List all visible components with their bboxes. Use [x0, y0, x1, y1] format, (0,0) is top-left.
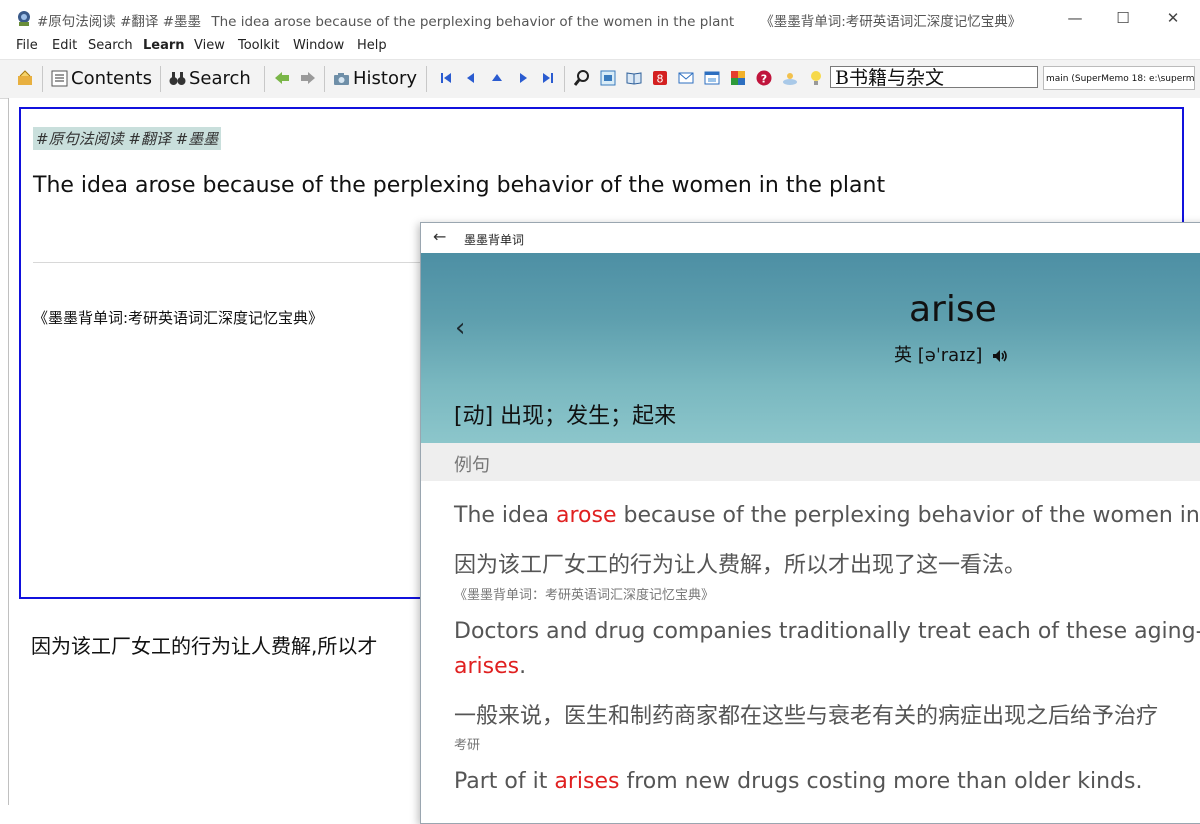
element-tags: #原句法阅读 #翻译 #墨墨 [33, 127, 222, 150]
window-icon[interactable] [704, 70, 720, 86]
window-title: #原句法阅读 #翻译 #墨墨 The idea arose because of… [37, 14, 1022, 30]
first-element-icon[interactable] [438, 70, 454, 86]
examples-header: 例句 [421, 443, 1200, 481]
contents-label: Contents [71, 67, 152, 89]
question-source: 《墨墨背单词:考研英语词汇深度记忆宝典》 [33, 309, 324, 327]
example-1-source: 《墨墨背单词：考研英语词汇深度记忆宝典》 [454, 588, 715, 603]
menu-toolkit[interactable]: Toolkit [238, 38, 280, 53]
example-2-zh: 一般来说，医生和制药商家都在这些与衰老有关的病症出现之后给予治疗 [454, 704, 1159, 729]
camera-icon [334, 72, 349, 85]
magnifier-icon[interactable] [574, 70, 590, 86]
colors-icon[interactable] [730, 70, 746, 86]
calendar-8-icon[interactable]: 8 [652, 70, 668, 86]
question-text: The idea arose because of the perplexing… [33, 173, 886, 198]
search-button[interactable]: Search [169, 67, 251, 89]
divider [33, 262, 433, 263]
menu-window[interactable]: Window [293, 38, 344, 53]
branch-field[interactable]: B书籍与杂文 [830, 66, 1038, 89]
add-to-outstanding-icon[interactable] [17, 70, 33, 86]
example-3-en: Part of it arises from new drugs costing… [454, 769, 1143, 794]
dictionary-popup: ← 墨墨背单词 ‹ arise 英 [əˈraɪz] [动] 出现；发生；起来 … [420, 222, 1200, 824]
binoculars-icon [169, 71, 186, 85]
menu-learn[interactable]: Learn [143, 38, 185, 53]
mail-icon[interactable] [678, 70, 694, 86]
example-1-zh: 因为该工厂女工的行为让人费解，所以才出现了这一看法。 [454, 553, 1027, 578]
history-label: History [353, 67, 418, 89]
menu-bar: File Edit Search Learn View Toolkit Wind… [0, 36, 1200, 58]
contents-icon [51, 70, 68, 86]
dictionary-title-bar: ← 墨墨背单词 [421, 223, 1200, 253]
menu-file[interactable]: File [16, 38, 38, 53]
menu-search[interactable]: Search [88, 38, 133, 53]
maximize-button[interactable]: ☐ [1112, 8, 1134, 28]
sleep-icon[interactable] [782, 70, 798, 86]
minimize-button[interactable]: — [1064, 8, 1086, 28]
menu-edit[interactable]: Edit [52, 38, 77, 53]
svg-text:?: ? [761, 73, 767, 86]
back-arrow-icon[interactable] [274, 70, 290, 86]
collection-field[interactable]: main (SuperMemo 18: e:\supermem [1043, 66, 1195, 90]
image-tool-icon[interactable] [600, 70, 616, 86]
next-element-icon[interactable] [515, 70, 531, 86]
menu-help[interactable]: Help [357, 38, 387, 53]
example-1-en: The idea arose because of the perplexing… [454, 503, 1200, 528]
answer-text[interactable]: 因为该工厂女工的行为让人费解,所以才 [31, 630, 377, 659]
dictionary-window-title: 墨墨背单词 [464, 233, 525, 247]
last-element-icon[interactable] [540, 70, 556, 86]
definition: [动] 出现；发生；起来 [454, 404, 677, 429]
search-label: Search [189, 67, 251, 89]
example-2-source: 考研 [454, 738, 481, 753]
help-icon[interactable]: ? [756, 70, 772, 86]
close-button[interactable]: ✕ [1162, 8, 1184, 28]
previous-element-icon[interactable] [463, 70, 479, 86]
prev-word-icon[interactable]: ‹ [455, 313, 465, 343]
contents-button[interactable]: Contents [51, 67, 152, 89]
speaker-icon[interactable] [992, 349, 1008, 363]
supermemo-app-icon[interactable] [16, 10, 33, 27]
history-button[interactable]: History [333, 67, 417, 89]
example-2-en-line2: arises. [454, 654, 527, 679]
headword: arise [909, 289, 997, 330]
example-2-en: Doctors and drug companies traditionally… [454, 619, 1200, 644]
book-icon[interactable] [626, 70, 642, 86]
svg-text:8: 8 [657, 73, 664, 86]
lightbulb-icon[interactable] [808, 70, 824, 86]
back-arrow-icon[interactable]: ← [433, 227, 446, 246]
phonetic: 英 [əˈraɪz] [894, 341, 1008, 367]
menu-view[interactable]: View [194, 38, 225, 53]
toolbar: Contents Search History 8 ? B书籍与杂文 main … [0, 59, 1200, 99]
title-bar: #原句法阅读 #翻译 #墨墨 The idea arose because of… [0, 0, 1200, 36]
parent-element-icon[interactable] [489, 70, 505, 86]
forward-arrow-icon[interactable] [300, 70, 316, 86]
